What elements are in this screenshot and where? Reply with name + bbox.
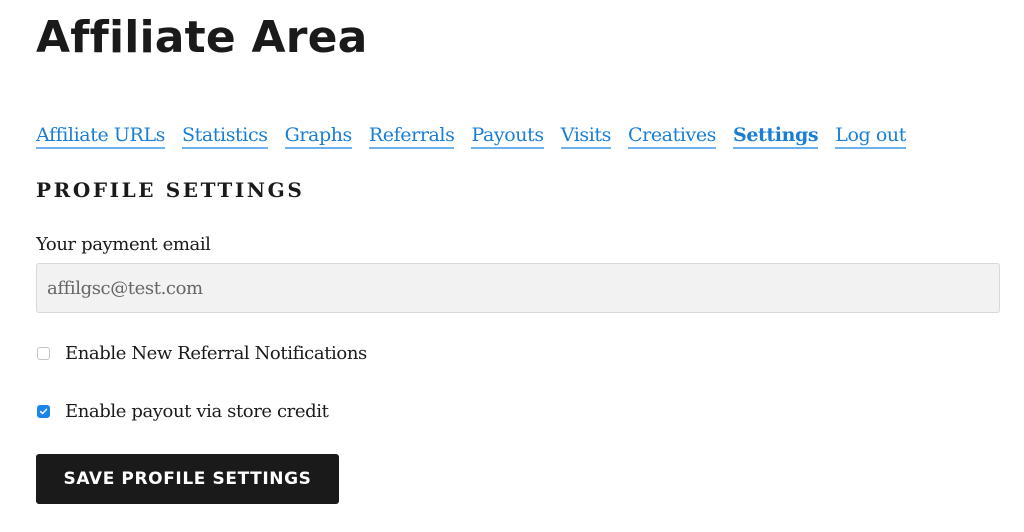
tab-payouts[interactable]: Payouts <box>471 124 544 149</box>
tab-settings[interactable]: Settings <box>733 124 819 149</box>
affiliate-tabs: Affiliate URLs Statistics Graphs Referra… <box>36 124 923 149</box>
tab-statistics[interactable]: Statistics <box>182 124 268 149</box>
tab-graphs[interactable]: Graphs <box>284 124 352 149</box>
store-credit-option[interactable]: Enable payout via store credit <box>37 401 329 422</box>
store-credit-checkbox[interactable] <box>37 405 50 418</box>
tab-log-out[interactable]: Log out <box>835 124 906 149</box>
save-profile-settings-button[interactable]: SAVE PROFILE SETTINGS <box>36 454 339 504</box>
page-title: Affiliate Area <box>36 12 368 63</box>
checkmark-icon <box>39 408 48 415</box>
referral-notifications-option[interactable]: Enable New Referral Notifications <box>37 343 367 364</box>
tab-referrals[interactable]: Referrals <box>368 124 455 149</box>
tab-affiliate-urls[interactable]: Affiliate URLs <box>36 124 165 149</box>
payment-email-label: Your payment email <box>36 234 211 255</box>
tab-visits[interactable]: Visits <box>560 124 611 149</box>
referral-notifications-label: Enable New Referral Notifications <box>65 343 367 364</box>
store-credit-label: Enable payout via store credit <box>65 401 329 422</box>
payment-email-input[interactable] <box>36 263 1000 313</box>
referral-notifications-checkbox[interactable] <box>37 347 50 360</box>
tab-creatives[interactable]: Creatives <box>628 124 716 149</box>
profile-settings-heading: PROFILE SETTINGS <box>36 178 305 202</box>
